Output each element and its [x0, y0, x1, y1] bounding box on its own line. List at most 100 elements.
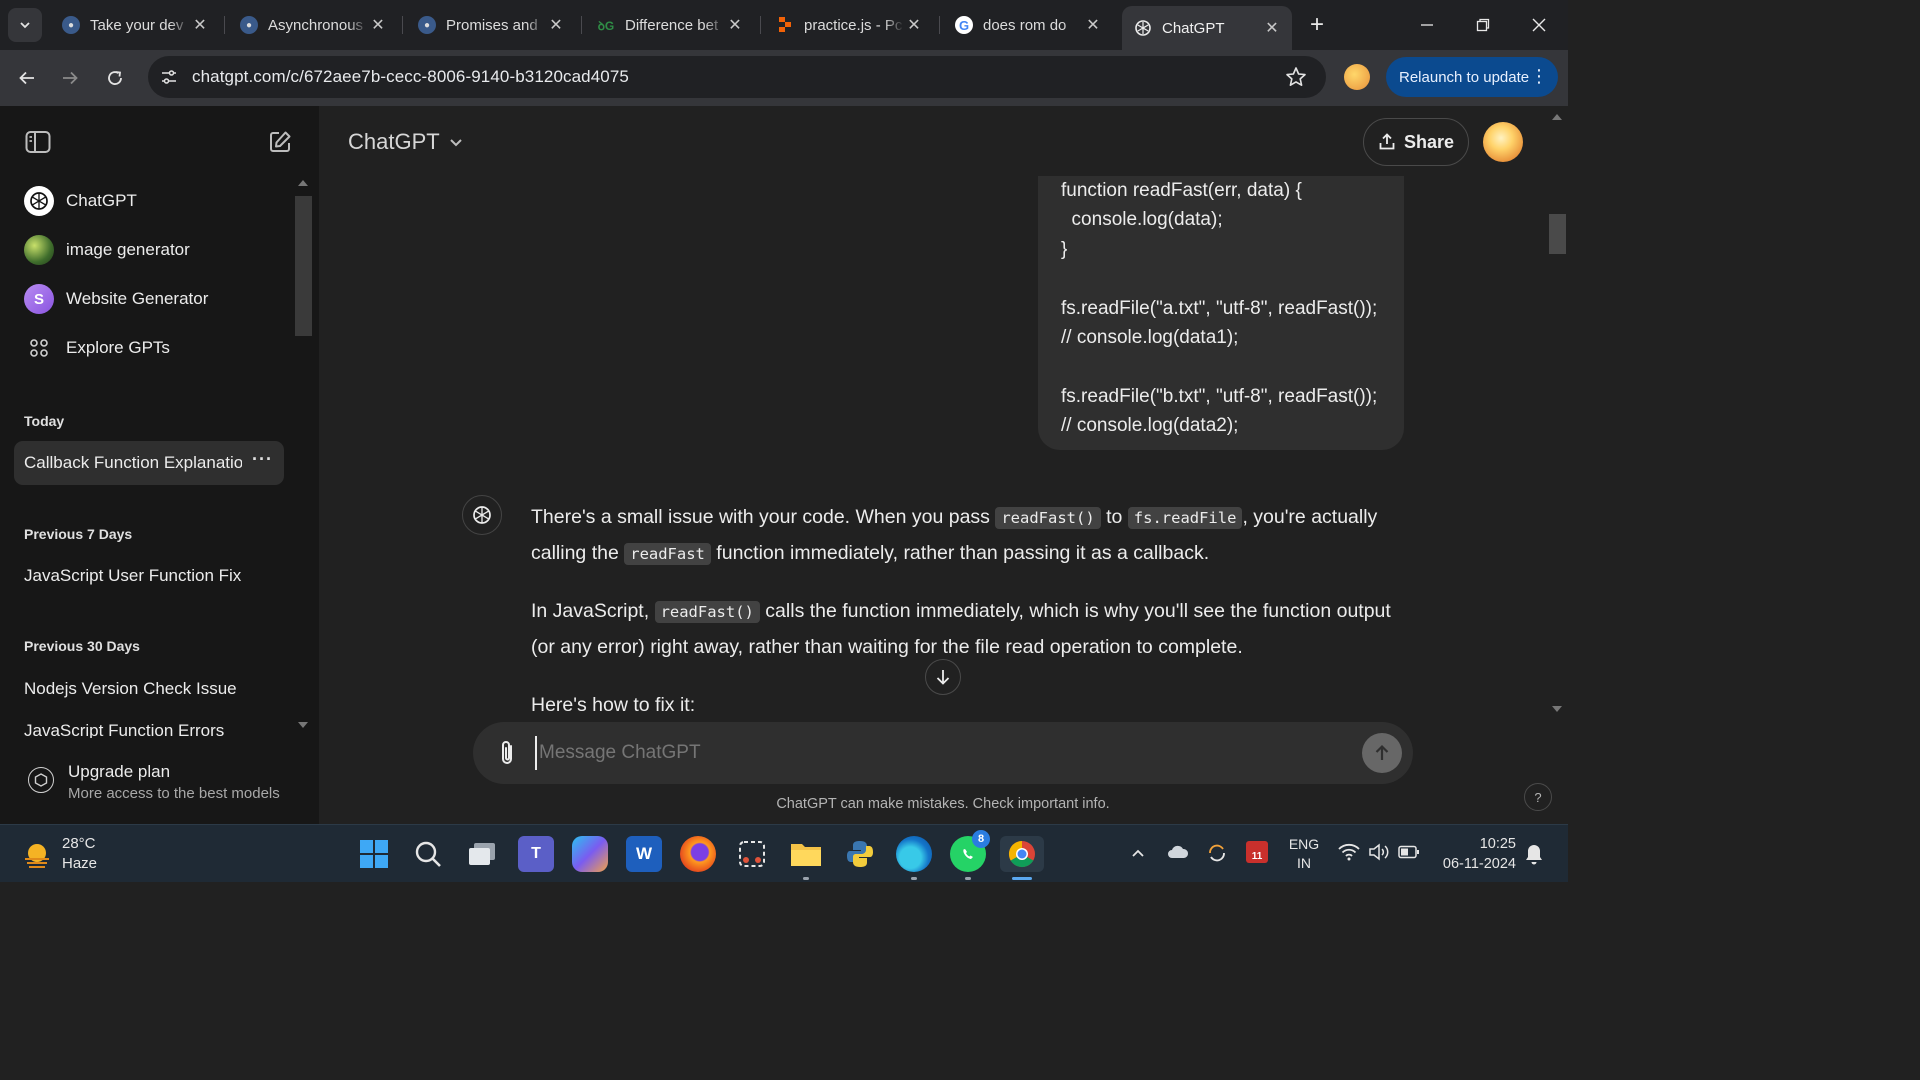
weather-widget[interactable]: 28°C Haze	[18, 833, 138, 875]
close-icon[interactable]: ✕	[904, 15, 924, 35]
browser-tab-active[interactable]: ChatGPT ✕	[1122, 6, 1292, 50]
sidebar-scrollbar[interactable]	[295, 196, 312, 336]
scroll-to-bottom-button[interactable]	[925, 659, 961, 695]
scroll-up-arrow-icon[interactable]	[1552, 114, 1562, 120]
close-icon[interactable]: ✕	[1262, 18, 1282, 38]
new-tab-button[interactable]: +	[1302, 10, 1332, 40]
task-view-icon[interactable]	[464, 836, 500, 872]
whatsapp-badge: 8	[972, 830, 990, 848]
help-button[interactable]: ?	[1524, 783, 1552, 811]
clock[interactable]: 10:25 06-11-2024	[1430, 834, 1516, 874]
language-indicator[interactable]: ENG IN	[1288, 835, 1320, 873]
message-composer	[473, 722, 1413, 784]
file-explorer-icon[interactable]	[788, 836, 824, 872]
sidebar-item-image-generator[interactable]: image generator	[14, 228, 284, 272]
sidebar-item-label: Explore GPTs	[66, 338, 170, 357]
volume-icon[interactable]	[1368, 843, 1390, 866]
avatar-favicon-icon: ●	[240, 16, 258, 34]
browser-tab[interactable]: ● Promises and ✕	[406, 6, 576, 44]
chat-history-item[interactable]: Nodejs Version Check Issue	[24, 679, 237, 699]
address-bar[interactable]: chatgpt.com/c/672aee7b-cecc-8006-9140-b3…	[148, 56, 1326, 98]
site-info-icon[interactable]	[160, 68, 178, 91]
calendar-app-icon[interactable]: 11	[1246, 841, 1268, 863]
back-button[interactable]	[13, 64, 41, 92]
tab-search-button[interactable]	[8, 8, 42, 42]
edge-icon[interactable]	[896, 836, 932, 872]
close-icon[interactable]: ✕	[368, 15, 388, 35]
scroll-down-arrow-icon[interactable]	[1552, 706, 1562, 712]
send-button[interactable]	[1362, 733, 1402, 773]
close-icon[interactable]: ✕	[1083, 15, 1103, 35]
reload-button[interactable]	[101, 64, 129, 92]
inline-code: readFast	[624, 543, 711, 565]
url-text[interactable]: chatgpt.com/c/672aee7b-cecc-8006-9140-b3…	[192, 67, 629, 87]
clock-time: 10:25	[1479, 836, 1516, 852]
sidebar-item-chatgpt[interactable]: ChatGPT	[14, 179, 284, 223]
firefox-icon[interactable]	[680, 836, 716, 872]
teams-icon[interactable]: T	[518, 836, 554, 872]
forward-button[interactable]	[56, 64, 84, 92]
copilot-icon[interactable]	[572, 836, 608, 872]
grid-icon	[24, 333, 54, 363]
tab-title: ChatGPT	[1162, 19, 1225, 37]
message-input[interactable]	[535, 736, 1335, 770]
notification-bell-icon[interactable]	[1524, 843, 1544, 870]
wifi-icon[interactable]	[1338, 843, 1360, 866]
chevron-up-icon[interactable]	[1130, 845, 1146, 866]
relaunch-button[interactable]: Relaunch to update ⋮	[1386, 57, 1558, 97]
weather-haze-icon	[22, 841, 52, 869]
share-label: Share	[1403, 131, 1455, 152]
chevron-down-icon	[20, 22, 30, 29]
close-icon[interactable]: ✕	[546, 15, 566, 35]
browser-tab[interactable]: G does rom do ✕	[943, 6, 1113, 44]
bookmark-star-icon[interactable]	[1285, 66, 1307, 93]
battery-icon[interactable]	[1398, 845, 1420, 864]
user-message-bubble: function readFast(err, data) { console.l…	[1038, 176, 1404, 450]
chat-history-item[interactable]: JavaScript Function Errors	[24, 721, 224, 738]
restore-button[interactable]	[1468, 10, 1498, 40]
attach-icon[interactable]	[497, 739, 517, 772]
browser-tab[interactable]: ● Take your dev ✕	[50, 6, 220, 44]
onedrive-icon[interactable]	[1167, 843, 1189, 866]
windows-taskbar: 28°C Haze T W 8 11 ENG IN 10:25 06-11-20…	[0, 824, 1568, 882]
kebab-menu-icon[interactable]: ⋮	[1530, 66, 1548, 86]
share-button[interactable]: Share	[1363, 118, 1469, 166]
weather-temp: 28°C	[62, 835, 96, 852]
python-icon[interactable]	[842, 836, 878, 872]
scroll-up-arrow-icon[interactable]	[298, 180, 308, 186]
close-window-button[interactable]	[1524, 10, 1554, 40]
minimize-button[interactable]	[1412, 10, 1442, 40]
upgrade-plan-button[interactable]: Upgrade plan More access to the best mod…	[14, 754, 304, 806]
search-icon[interactable]	[410, 836, 446, 872]
scroll-down-arrow-icon[interactable]	[298, 722, 308, 728]
code-line: function readFast(err, data) {	[1061, 180, 1302, 201]
close-icon[interactable]: ✕	[725, 15, 745, 35]
sidebar-item-label: image generator	[66, 240, 190, 259]
close-icon[interactable]: ✕	[190, 15, 210, 35]
snipping-tool-icon[interactable]	[734, 836, 770, 872]
sync-icon[interactable]	[1206, 842, 1228, 869]
browser-tab[interactable]: ꝺG Difference bet ✕	[585, 6, 755, 44]
browser-tab[interactable]: ● Asynchronous ✕	[228, 6, 398, 44]
sidebar-item-website-generator[interactable]: S Website Generator	[14, 277, 284, 321]
browser-tab-strip: ● Take your dev ✕ ● Asynchronous ✕ ● Pro…	[0, 0, 1568, 50]
word-icon[interactable]: W	[626, 836, 662, 872]
model-selector[interactable]: ChatGPT	[348, 129, 464, 155]
sidebar-item-explore-gpts[interactable]: Explore GPTs	[14, 326, 284, 370]
more-options-icon[interactable]: ···	[252, 449, 273, 470]
windows-start-icon[interactable]	[356, 836, 392, 872]
text-span: In JavaScript,	[531, 600, 655, 622]
profile-avatar[interactable]	[1344, 64, 1370, 90]
chat-title: Callback Function Explanatio	[24, 453, 242, 472]
user-avatar[interactable]	[1483, 122, 1523, 162]
chat-history-item-active[interactable]: Callback Function Explanatio ···	[14, 441, 284, 485]
main-scrollbar[interactable]	[1549, 214, 1566, 254]
whatsapp-icon[interactable]: 8	[950, 830, 990, 872]
gfg-favicon-icon: ꝺG	[597, 18, 615, 33]
toggle-sidebar-button[interactable]	[22, 126, 54, 158]
chrome-icon[interactable]	[1000, 836, 1044, 872]
browser-tab[interactable]: practice.js - Pc ✕	[764, 6, 934, 44]
new-chat-button[interactable]	[264, 126, 296, 158]
chat-history-item[interactable]: JavaScript User Function Fix	[24, 566, 241, 586]
